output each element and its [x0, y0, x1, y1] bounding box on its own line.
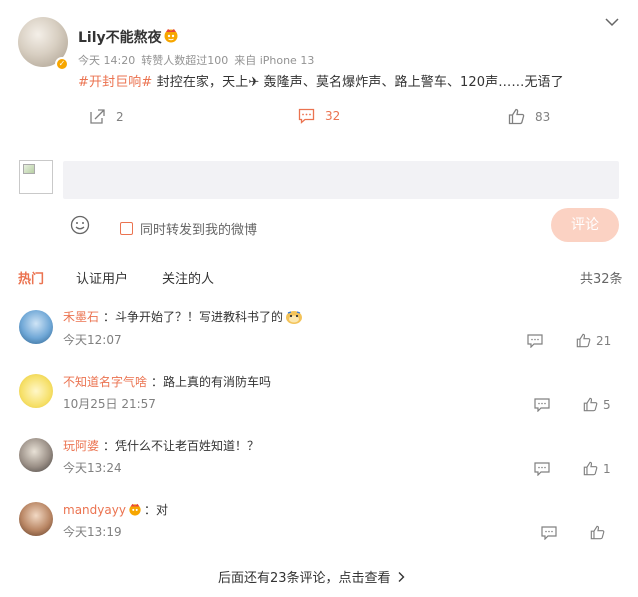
commenter-name[interactable]: 不知道名字气啥 — [63, 373, 147, 390]
commenter-avatar[interactable] — [19, 438, 53, 472]
commenter-avatar[interactable] — [19, 310, 53, 344]
reply-icon[interactable] — [527, 334, 543, 348]
doge-emoji-icon — [286, 310, 303, 324]
comment-time: 10月25日 21:57 — [63, 397, 156, 411]
comment-text: ：对 — [143, 503, 168, 517]
comment-like-count: 1 — [603, 461, 611, 476]
comment-count: 32 — [325, 109, 341, 123]
tab-hot[interactable]: 热门 — [18, 268, 44, 287]
emoji-icon[interactable] — [70, 215, 90, 235]
verified-badge-icon: ✓ — [55, 57, 69, 71]
post-source: 来自 iPhone 13 — [234, 54, 315, 67]
like-button[interactable]: 83 — [508, 108, 550, 125]
thumbs-up-icon — [583, 397, 598, 412]
thumbs-up-icon — [590, 525, 605, 540]
submit-comment-button[interactable]: 评论 — [551, 208, 619, 242]
comment-time: 今天13:24 — [63, 461, 122, 475]
comment-text: ：凭什么不让老百姓知道！？ — [103, 439, 260, 453]
comment-like-count: 21 — [596, 333, 612, 348]
comment-icon — [298, 108, 315, 124]
list-item: 不知道名字气啥 ：路上真的有消防车吗 — [63, 373, 271, 390]
commenter-avatar[interactable] — [19, 374, 53, 408]
comment-like-button[interactable]: 1 — [583, 461, 611, 476]
commenter-name[interactable]: mandyayy — [63, 503, 126, 517]
tab-following[interactable]: 关注的人 — [162, 268, 214, 287]
list-item: mandyayy ：对 — [63, 501, 168, 518]
forward-button[interactable]: 2 — [89, 108, 124, 125]
forward-count: 2 — [116, 109, 124, 124]
comment-like-count: 5 — [603, 397, 611, 412]
comment-input[interactable] — [63, 161, 619, 199]
post-author-name[interactable]: Lily不能熬夜 — [78, 27, 162, 47]
comment-like-button[interactable]: 21 — [576, 333, 611, 348]
comment-time: 今天13:19 — [63, 525, 122, 539]
reply-icon[interactable] — [534, 398, 550, 412]
comment-text: ：斗争开始了？！写进教科书了的 — [103, 310, 284, 324]
my-avatar — [19, 160, 53, 194]
commenter-avatar[interactable] — [19, 502, 53, 536]
vip-member-icon[interactable] — [128, 503, 142, 516]
vip-member-icon[interactable] — [163, 28, 179, 43]
view-more-comments-label: 后面还有23条评论，点击查看 — [218, 571, 391, 586]
chevron-down-icon[interactable] — [604, 14, 620, 30]
post-body: 封控在家，天上✈ 轰隆声、莫名爆炸声、路上警车、120声……无语了 — [152, 75, 564, 90]
forward-checkbox[interactable] — [120, 222, 133, 235]
total-comment-count: 共32条 — [580, 272, 623, 287]
comment-text: ：路上真的有消防车吗 — [151, 375, 272, 389]
topic-link[interactable]: #开封巨响# — [78, 75, 152, 90]
thumbs-up-icon — [583, 461, 598, 476]
list-item: 玩阿婆 ：凭什么不让老百姓知道！？ — [63, 437, 259, 454]
tab-verified-users[interactable]: 认证用户 — [76, 268, 128, 287]
reply-icon[interactable] — [534, 462, 550, 476]
thumbs-up-icon — [508, 108, 525, 125]
thumbs-up-icon — [576, 333, 591, 348]
comment-button[interactable]: 32 — [298, 108, 340, 124]
post-content: #开封巨响# 封控在家，天上✈ 轰隆声、莫名爆炸声、路上警车、120声……无语了 — [78, 71, 564, 90]
forward-checkbox-label: 同时转发到我的微博 — [140, 223, 258, 238]
post-repost-note: 转赞人数超过100 — [141, 54, 229, 67]
forward-to-weibo-option[interactable]: 同时转发到我的微博 — [120, 219, 257, 238]
like-count: 83 — [535, 109, 551, 124]
chevron-right-icon — [398, 571, 405, 582]
forward-icon — [90, 109, 105, 124]
post-meta: 今天 14:20 转赞人数超过100 来自 iPhone 13 — [78, 52, 320, 68]
comment-like-button[interactable]: 5 — [583, 397, 611, 412]
commenter-name[interactable]: 玩阿婆 — [63, 437, 99, 454]
commenter-name[interactable]: 禾墨石 — [63, 308, 99, 325]
post-time: 今天 14:20 — [78, 54, 136, 67]
list-item: 禾墨石 ：斗争开始了？！写进教科书了的 — [63, 308, 303, 325]
comment-like-button[interactable] — [590, 525, 610, 540]
view-more-comments-link[interactable]: 后面还有23条评论，点击查看 — [218, 567, 405, 586]
comment-time: 今天12:07 — [63, 333, 122, 347]
reply-icon[interactable] — [541, 526, 557, 540]
